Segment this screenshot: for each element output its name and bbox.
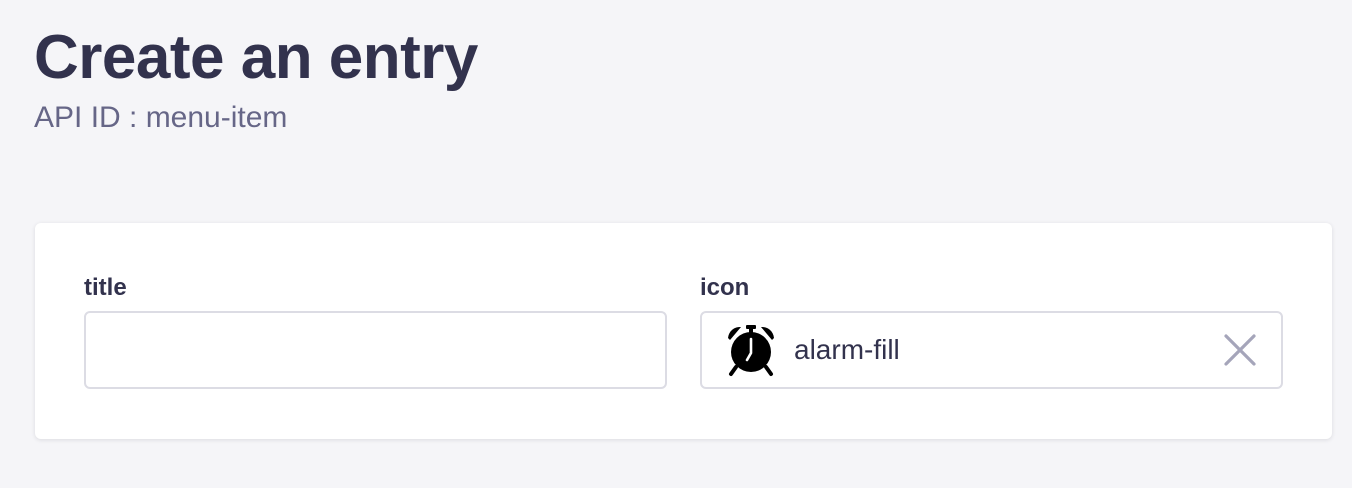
- title-input[interactable]: [84, 311, 667, 389]
- icon-field-group: icon alarm-fill: [700, 273, 1283, 389]
- icon-picker[interactable]: alarm-fill: [700, 311, 1283, 389]
- alarm-fill-icon: [724, 323, 778, 377]
- api-id-subtitle: API ID : menu-item: [34, 101, 288, 134]
- clear-icon[interactable]: [1221, 331, 1259, 369]
- entry-form-card: title icon alarm-fill: [35, 223, 1332, 439]
- title-field-group: title: [84, 273, 667, 389]
- icon-picker-value: alarm-fill: [794, 334, 900, 365]
- icon-field-label: icon: [700, 274, 750, 301]
- page-header: Create an entry API ID : menu-item: [34, 22, 478, 136]
- title-field-label: title: [84, 274, 127, 301]
- page-title: Create an entry: [34, 23, 478, 92]
